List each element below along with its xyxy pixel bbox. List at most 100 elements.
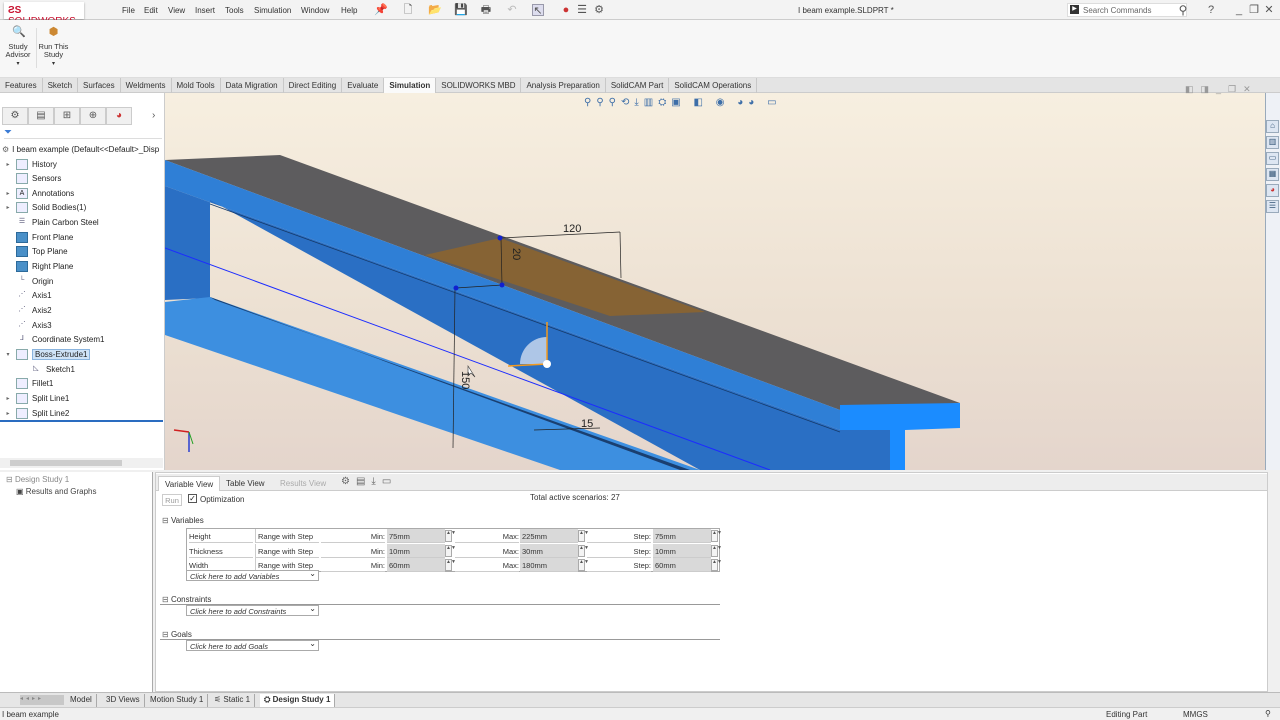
- add-constraints-dropdown[interactable]: Click here to add Constraints: [186, 604, 319, 616]
- add-goals-dropdown[interactable]: Click here to add Goals: [186, 639, 319, 651]
- run-this-study-button[interactable]: ⬢ Run This Study ▾: [36, 27, 70, 68]
- solidworks-resources-icon[interactable]: ⌂: [1266, 120, 1279, 133]
- max-input[interactable]: 30mm: [520, 543, 578, 558]
- menu-simulation[interactable]: Simulation: [254, 6, 291, 15]
- spinner-icon[interactable]: ▲▼: [445, 530, 456, 542]
- pin-icon[interactable]: 📌: [374, 4, 388, 16]
- appearance-tab-icon[interactable]: ◕: [106, 107, 132, 125]
- tree-item[interactable]: ▸ History: [0, 157, 57, 171]
- search-commands-input[interactable]: Search Commands: [1067, 3, 1187, 17]
- spinner-icon[interactable]: ▲▼: [578, 530, 589, 542]
- step-input[interactable]: 60mm: [653, 558, 711, 572]
- i-beam-model[interactable]: 120 20 150 15: [165, 93, 1265, 470]
- variables-section-header[interactable]: Variables: [162, 516, 204, 525]
- min-input[interactable]: 60mm: [387, 558, 445, 572]
- min-input[interactable]: 10mm: [387, 543, 445, 558]
- tab-design-study[interactable]: ⛭ Design Study 1: [260, 694, 336, 707]
- help-status-icon[interactable]: ⚲: [1265, 709, 1271, 718]
- tree-item[interactable]: ⋰ Axis1: [0, 289, 52, 303]
- tab-solidcam-part[interactable]: SolidCAM Part: [606, 78, 670, 93]
- step-input[interactable]: 75mm: [653, 529, 711, 543]
- rebuild-icon[interactable]: ●: [560, 4, 572, 16]
- view-palette-icon[interactable]: ▦: [1266, 168, 1279, 181]
- spinner-icon[interactable]: ▲▼: [711, 544, 722, 557]
- design-study-root[interactable]: ⊟ Design Study 1: [6, 475, 69, 484]
- custom-properties-icon[interactable]: ☰: [1266, 200, 1279, 213]
- tab-model[interactable]: Model: [66, 694, 97, 707]
- menu-view[interactable]: View: [168, 6, 185, 15]
- menu-edit[interactable]: Edit: [144, 6, 158, 15]
- goals-section-header[interactable]: Goals: [162, 630, 192, 639]
- expand-arrow-icon[interactable]: ▸: [0, 190, 16, 197]
- tree-item[interactable]: ☰ Plain Carbon Steel: [0, 216, 99, 230]
- tab-static[interactable]: ⚟ Static 1: [210, 694, 256, 707]
- variable-type-select[interactable]: Range with Step: [255, 543, 319, 558]
- tab-analysis-preparation[interactable]: Analysis Preparation: [521, 78, 606, 93]
- study-options-icons[interactable]: ⚙▤⤓▭: [341, 476, 397, 487]
- panel-expand-chevron-icon[interactable]: ›: [152, 110, 155, 121]
- select-icon[interactable]: ↖: [532, 4, 544, 17]
- unit-system-selector[interactable]: MMGS: [1183, 710, 1208, 719]
- undo-icon[interactable]: ↶: [506, 4, 518, 16]
- tab-3d-views[interactable]: 3D Views: [102, 694, 145, 707]
- expand-arrow-icon[interactable]: ▾: [0, 351, 16, 358]
- tree-item[interactable]: Front Plane: [0, 230, 73, 244]
- feature-manager-tab-icon[interactable]: ⚙: [2, 107, 28, 125]
- tree-item[interactable]: ⅃ Coordinate System1: [0, 333, 104, 347]
- menu-window[interactable]: Window: [301, 6, 329, 15]
- expand-arrow-icon[interactable]: ▸: [0, 204, 16, 211]
- spinner-icon[interactable]: ▲▼: [711, 559, 722, 571]
- tree-item[interactable]: ▸ Solid Bodies(1): [0, 201, 86, 215]
- run-button[interactable]: Run: [162, 494, 182, 506]
- tree-item[interactable]: ⋰ Axis2: [0, 304, 52, 318]
- expand-arrow-icon[interactable]: ▸: [0, 395, 16, 402]
- filter-icon[interactable]: ⏷: [4, 127, 162, 139]
- restore-icon[interactable]: ❐: [1248, 4, 1260, 16]
- menu-insert[interactable]: Insert: [195, 6, 215, 15]
- tab-scroll-arrows[interactable]: ◂◂▸▸: [20, 695, 64, 705]
- variable-type-select[interactable]: Range with Step: [255, 529, 319, 543]
- tree-item[interactable]: ▸ Split Line1: [0, 391, 69, 405]
- add-variables-dropdown[interactable]: Click here to add Variables: [186, 569, 319, 581]
- file-properties-icon[interactable]: ☰: [576, 4, 588, 16]
- expand-arrow-icon[interactable]: ▸: [0, 161, 16, 168]
- tab-features[interactable]: Features: [0, 78, 43, 93]
- tab-solidworks-mbd[interactable]: SOLIDWORKS MBD: [436, 78, 522, 93]
- spinner-icon[interactable]: ▲▼: [445, 559, 456, 571]
- print-icon[interactable]: 🖶: [480, 4, 492, 16]
- tab-mold-tools[interactable]: Mold Tools: [172, 78, 221, 93]
- spinner-icon[interactable]: ▲▼: [578, 544, 589, 557]
- optimization-checkbox[interactable]: ✓: [188, 494, 197, 503]
- tree-item[interactable]: └ Origin: [0, 274, 54, 288]
- design-library-icon[interactable]: ▥: [1266, 136, 1279, 149]
- tree-item[interactable]: ▸ Split Line2: [0, 406, 69, 420]
- study-advisor-button[interactable]: 🔍 Study Advisor ▾: [4, 27, 32, 68]
- tab-simulation[interactable]: Simulation: [384, 78, 437, 93]
- solidworks-logo[interactable]: ƧS SOLIDWORKS: [4, 2, 84, 27]
- tab-variable-view[interactable]: Variable View: [158, 476, 221, 491]
- tab-results-view[interactable]: Results View: [274, 476, 332, 491]
- scrollbar-thumb[interactable]: [10, 460, 122, 466]
- tab-table-view[interactable]: Table View: [220, 476, 271, 491]
- tab-surfaces[interactable]: Surfaces: [78, 78, 121, 93]
- tree-item[interactable]: ⋰ Axis3: [0, 318, 52, 332]
- tab-data-migration[interactable]: Data Migration: [221, 78, 284, 93]
- tree-item[interactable]: ▸ A Annotations: [0, 186, 74, 200]
- tree-item[interactable]: ◺ Sketch1: [14, 362, 75, 376]
- max-input[interactable]: 180mm: [520, 558, 578, 572]
- tree-item[interactable]: Top Plane: [0, 245, 68, 259]
- save-icon[interactable]: 💾: [454, 4, 468, 16]
- spinner-icon[interactable]: ▲▼: [445, 544, 456, 557]
- tab-sketch[interactable]: Sketch: [43, 78, 79, 93]
- file-explorer-icon[interactable]: ▭: [1266, 152, 1279, 165]
- menu-help[interactable]: Help: [341, 6, 357, 15]
- spinner-icon[interactable]: ▲▼: [578, 559, 589, 571]
- tab-motion-study[interactable]: Motion Study 1: [146, 694, 209, 707]
- new-document-icon[interactable]: 🗋: [402, 4, 414, 16]
- appearances-icon[interactable]: ◕: [1266, 184, 1279, 197]
- constraints-section-header[interactable]: Constraints: [162, 595, 211, 604]
- spinner-icon[interactable]: ▲▼: [711, 530, 722, 542]
- search-icon[interactable]: ⚲: [1177, 4, 1189, 16]
- options-gear-icon[interactable]: ⚙: [593, 4, 605, 16]
- help-icon[interactable]: ?: [1205, 4, 1217, 16]
